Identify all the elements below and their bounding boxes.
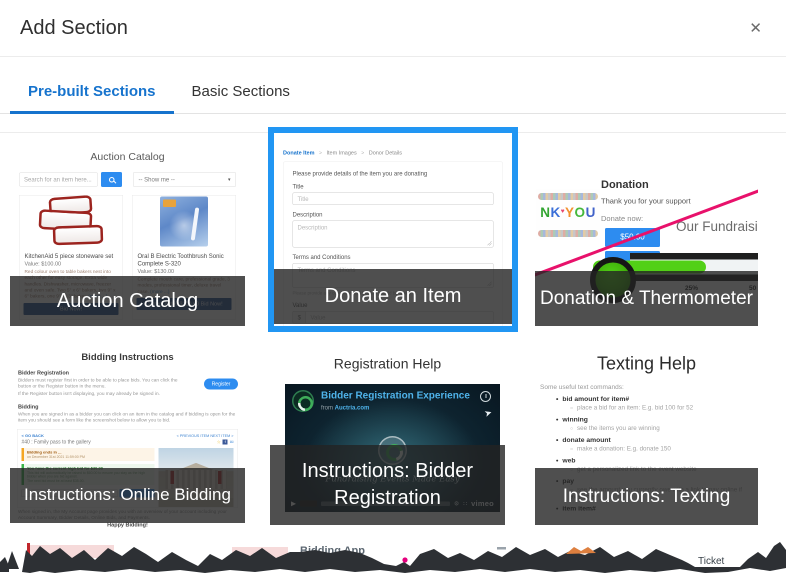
bidding-text: When you are signed in as a bidder you c… (18, 412, 237, 424)
screenshot-header: < GO BACK #40 : Family pass to the galle… (22, 433, 234, 445)
card-caption: Auction Catalog (10, 276, 245, 326)
warning-alert: Bidding ends in ... on December 31st 202… (22, 448, 155, 461)
search-input: Search for an item here... (19, 173, 98, 187)
card-caption: Donation & Thermometer (535, 271, 758, 326)
breadcrumb-separator: > (319, 151, 322, 157)
command-description: see the items you are winning (570, 425, 758, 432)
share-icon: ➤ (483, 407, 493, 419)
register-button: Register (204, 379, 238, 390)
description-field: Description (293, 221, 494, 248)
quantity-label: Quantity (293, 330, 494, 333)
pink-dot (402, 557, 407, 562)
product-name: Oral B Electric Toothbrush Sonic Complet… (138, 253, 231, 268)
video-title: Bidder Registration Experience (321, 390, 470, 402)
add-section-dialog: Add Section ✕ Pre-built Sections Basic S… (0, 0, 786, 575)
video-source: from Auctria.com (321, 404, 369, 411)
intro-text: Some useful text commands: (540, 383, 758, 391)
brush-shape (191, 207, 200, 240)
search-icon (109, 177, 115, 183)
source-link: Auctria.com (335, 404, 370, 411)
stoneware-illustration (31, 197, 111, 247)
tab-prebuilt-sections[interactable]: Pre-built Sections (10, 83, 174, 114)
torn-silhouette (22, 542, 786, 573)
search-row: Search for an item here... -- Show me --… (19, 172, 236, 187)
tab-bar: Pre-built Sections Basic Sections (0, 57, 786, 114)
star-icon: ☆ (217, 439, 221, 445)
prev-next-nav: < PREVIOUS ITEM NEXT ITEM > (177, 433, 234, 438)
registration-text-2: If the Register button isn't displaying,… (18, 391, 237, 397)
dialog-header: Add Section ✕ (0, 0, 786, 57)
command: winning (556, 416, 758, 424)
card-instructions-texting[interactable]: Texting Help Some useful text commands: … (535, 345, 758, 531)
go-back-link: < GO BACK (22, 433, 91, 438)
dropdown-value: -- Show me -- (139, 176, 175, 183)
command: web (556, 457, 758, 465)
warning-subtext: on December 31st 2021 11:59:00 PM (27, 455, 152, 459)
card-caption: Instructions: Texting (535, 468, 758, 525)
card-caption: Instructions: Bidder Registration (270, 445, 505, 525)
card-auction-catalog[interactable]: Auction Catalog Search for an item here.… (10, 140, 245, 332)
from-label: from (321, 404, 333, 411)
command: bid amount for item# (556, 395, 758, 403)
breadcrumb-separator: > (361, 151, 364, 157)
watch-later-icon (480, 391, 491, 402)
product-value: Value: $130.00 (138, 269, 231, 275)
breadcrumb-item-images: Item Images (326, 150, 356, 156)
terms-label: Terms and Conditions (293, 254, 494, 261)
form-intro: Please provide details of the item you a… (293, 170, 494, 177)
command-description: make a donation: E.g. donate 150 (570, 445, 758, 452)
command: donate amount (556, 436, 758, 444)
toothbrush-illustration (160, 197, 208, 247)
card-instructions-bidder-registration[interactable]: Registration Help Bidder Registration Ex… (270, 345, 505, 531)
command-description: place a bid for an item: E.g. bid 100 fo… (570, 404, 758, 411)
card-caption: Donate an Item (274, 269, 512, 324)
partial-text-ticket: Ticket (698, 556, 725, 567)
chevron-down-icon: ▾ (228, 177, 231, 183)
badge-shape (163, 200, 176, 208)
preview-title: Texting Help (535, 353, 758, 374)
preview-title: Auction Catalog (10, 151, 245, 163)
card-instructions-online-bidding[interactable]: Bidding Instructions Bidder Registration… (10, 345, 245, 531)
card-caption: Instructions: Online Bidding (10, 468, 245, 523)
title-field: Title (293, 193, 494, 206)
product-image-stoneware (20, 196, 123, 248)
search-button (101, 172, 122, 187)
dish-shape (53, 225, 104, 246)
bidder-registration-heading: Bidder Registration (18, 370, 237, 376)
item-title: #40 : Family pass to the gallery (22, 439, 91, 445)
title-label: Title (293, 183, 494, 190)
gray-dash (497, 547, 506, 550)
breadcrumb: Donate Item > Item Images > Donor Detail… (283, 150, 512, 156)
card-donation-thermometer[interactable]: NK♥YOU Donation Thank you for your suppo… (535, 140, 758, 332)
action-icons: ☆ f ✉ (177, 439, 234, 445)
orange-fragment (566, 547, 596, 554)
torn-fragment (0, 557, 9, 572)
preview-title: Bidding Instructions (10, 352, 245, 363)
breadcrumb-donate-item: Donate Item (283, 150, 314, 156)
auctria-logo-icon (292, 390, 314, 412)
product-image-toothbrush (133, 196, 236, 248)
registration-text: Bidders must register first in order to … (18, 378, 187, 390)
breadcrumb-donor-details: Donor Details (369, 150, 402, 156)
bidding-heading: Bidding (18, 404, 237, 410)
preview-title: Registration Help (270, 356, 505, 372)
envelope-icon: ✉ (230, 439, 234, 445)
dialog-title: Add Section (20, 17, 128, 40)
torn-screenshot-edge: Bidding App Ticket (0, 538, 786, 575)
header-right: < PREVIOUS ITEM NEXT ITEM > ☆ f ✉ (177, 433, 234, 445)
tab-basic-sections[interactable]: Basic Sections (174, 83, 308, 113)
show-me-dropdown: -- Show me -- ▾ (133, 172, 236, 187)
product-value: Value: $100.00 (25, 261, 118, 267)
header-left: < GO BACK #40 : Family pass to the galle… (22, 433, 91, 445)
product-name: KitchenAid 5 piece stoneware set (25, 253, 118, 261)
description-label: Description (293, 211, 494, 218)
warning-title: Bidding ends in ... (27, 450, 152, 455)
close-icon[interactable]: ✕ (745, 17, 766, 39)
facebook-icon: f (223, 440, 228, 445)
registration-row: Bidders must register first in order to … (10, 378, 195, 390)
card-donate-an-item-selected[interactable]: Donate Item > Item Images > Donor Detail… (268, 127, 518, 332)
